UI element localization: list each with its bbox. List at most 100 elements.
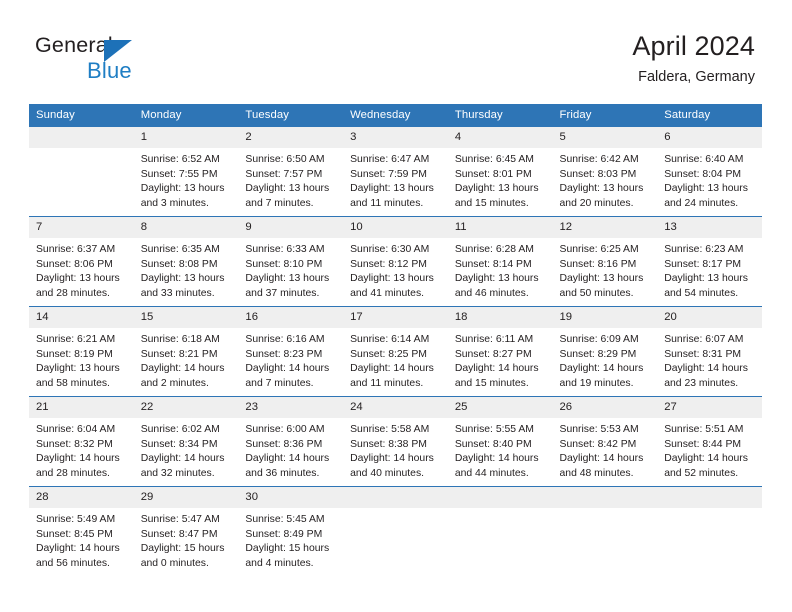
day-number: 16 [238,307,344,328]
sunset-text: Sunset: 8:40 PM [454,438,532,450]
day-number: 19 [552,307,658,328]
sunrise-text: Sunrise: 6:23 AM [664,244,744,255]
calendar-day-cell[interactable]: 3 Sunrise: 6:47 AM Sunset: 7:59 PM Daylight… [343,127,448,217]
calendar-day-cell[interactable]: 11 Sunrise: 6:28 AM Sunset: 8:14 PM Dayligh… [447,216,553,307]
day-number: 30 [238,487,344,508]
calendar-day-cell[interactable]: 2 Sunrise: 6:50 AM Sunset: 7:57 PM Daylight… [238,127,344,217]
daylight-text-line2: and 46 minutes. [454,287,529,299]
daylight-text-line2: and 0 minutes. [140,557,209,569]
weekday-header-wednesday: Wednesday [343,104,448,127]
day-number: 2 [238,127,344,148]
calendar-day-cell[interactable]: 14 Sunrise: 6:21 AM Sunset: 8:19 PM Dayligh… [29,306,134,397]
sunrise-text: Sunrise: 6:18 AM [140,334,220,345]
daylight-text-line1: Daylight: 13 hours [559,183,644,195]
daylight-text-line1: Daylight: 13 hours [559,273,644,285]
calendar-day-cell[interactable]: 7 Sunrise: 6:37 AM Sunset: 8:06 PM Daylight… [29,216,134,307]
daylight-text-line2: and 15 minutes. [454,197,529,209]
generalblue-logo[interactable]: General Blue [35,33,235,89]
weekday-header-thursday: Thursday [447,104,553,127]
calendar-day-cell[interactable]: 6 Sunrise: 6:40 AM Sunset: 8:04 PM Daylight… [657,127,762,217]
daylight-text-line2: and 36 minutes. [245,467,320,479]
day-number: 20 [657,307,762,328]
sunrise-text: Sunrise: 6:52 AM [140,154,220,165]
daylight-text-line1: Daylight: 13 hours [454,273,539,285]
daylight-text-line1: Daylight: 14 hours [245,363,330,375]
day-number: 9 [238,217,344,238]
daylight-text-line1: Daylight: 14 hours [454,453,539,465]
daylight-text-line2: and 24 minutes. [664,197,739,209]
weekday-header-row: Sunday Monday Tuesday Wednesday Thursday… [29,104,762,127]
day-details: Sunrise: 6:18 AM Sunset: 8:21 PM Daylight:… [134,328,239,391]
sunset-text: Sunset: 8:12 PM [350,258,427,270]
daylight-text-line1: Daylight: 14 hours [664,453,748,465]
calendar-week-row: 28 Sunrise: 5:49 AM Sunset: 8:45 PM Dayligh… [29,486,762,576]
sunrise-text: Sunrise: 6:33 AM [245,244,325,255]
calendar-day-cell[interactable]: 12 Sunrise: 6:25 AM Sunset: 8:16 PM Dayligh… [552,216,658,307]
calendar-day-cell[interactable]: 24 Sunrise: 5:58 AM Sunset: 8:38 PM Dayligh… [343,396,448,487]
daylight-text-line2: and 40 minutes. [350,467,425,479]
calendar-day-cell-empty [29,127,134,217]
sunrise-text: Sunrise: 6:28 AM [454,244,534,255]
daylight-text-line2: and 2 minutes. [140,377,209,389]
daylight-text-line2: and 28 minutes. [36,287,110,299]
day-number: 27 [657,397,762,418]
daylight-text-line1: Daylight: 14 hours [245,453,330,465]
sunset-text: Sunset: 8:36 PM [245,438,323,450]
calendar-day-cell[interactable]: 25 Sunrise: 5:55 AM Sunset: 8:40 PM Dayligh… [447,396,553,487]
daylight-text-line2: and 54 minutes. [664,287,739,299]
calendar-day-cell[interactable]: 9 Sunrise: 6:33 AM Sunset: 8:10 PM Daylight… [238,216,344,307]
day-details: Sunrise: 6:21 AM Sunset: 8:19 PM Daylight:… [29,328,134,391]
day-number: 14 [29,307,134,328]
daylight-text-line2: and 11 minutes. [350,377,424,389]
daylight-text-line1: Daylight: 14 hours [559,363,644,375]
day-number: 25 [447,397,553,418]
day-number: 5 [552,127,658,148]
weekday-header-monday: Monday [133,104,239,127]
sunset-text: Sunset: 8:19 PM [36,348,113,360]
day-details: Sunrise: 6:40 AM Sunset: 8:04 PM Daylight:… [657,148,762,211]
calendar-week-row: 21 Sunrise: 6:04 AM Sunset: 8:32 PM Dayligh… [29,396,762,487]
daylight-text-line2: and 7 minutes. [245,197,314,209]
daylight-text-line2: and 19 minutes. [559,377,634,389]
calendar-day-cell[interactable]: 26 Sunrise: 5:53 AM Sunset: 8:42 PM Dayligh… [552,396,658,487]
calendar-day-cell[interactable]: 8 Sunrise: 6:35 AM Sunset: 8:08 PM Daylight… [133,216,239,307]
day-details: Sunrise: 6:00 AM Sunset: 8:36 PM Daylight:… [238,418,343,481]
daylight-text-line2: and 52 minutes. [664,467,739,479]
calendar-day-cell[interactable]: 18 Sunrise: 6:11 AM Sunset: 8:27 PM Dayligh… [447,306,553,397]
calendar-day-cell[interactable]: 28 Sunrise: 5:49 AM Sunset: 8:45 PM Dayligh… [29,486,134,576]
calendar-day-cell[interactable]: 22 Sunrise: 6:02 AM Sunset: 8:34 PM Dayligh… [133,396,239,487]
day-number: 23 [238,397,344,418]
sunset-text: Sunset: 7:57 PM [245,168,323,180]
sunset-text: Sunset: 7:59 PM [350,168,427,180]
calendar-day-cell[interactable]: 4 Sunrise: 6:45 AM Sunset: 8:01 PM Daylight… [447,127,553,217]
calendar-day-cell[interactable]: 16 Sunrise: 6:16 AM Sunset: 8:23 PM Dayligh… [238,306,344,397]
day-details: Sunrise: 6:52 AM Sunset: 7:55 PM Daylight:… [134,148,239,211]
sunrise-text: Sunrise: 5:55 AM [454,424,534,435]
calendar-day-cell[interactable]: 30 Sunrise: 5:45 AM Sunset: 8:49 PM Dayligh… [238,486,344,576]
calendar-day-cell[interactable]: 15 Sunrise: 6:18 AM Sunset: 8:21 PM Dayligh… [133,306,239,397]
daylight-text-line1: Daylight: 13 hours [245,183,330,195]
day-number: 10 [343,217,448,238]
calendar-day-cell[interactable]: 17 Sunrise: 6:14 AM Sunset: 8:25 PM Dayligh… [343,306,448,397]
sunset-text: Sunset: 8:34 PM [140,438,218,450]
calendar-day-cell[interactable]: 23 Sunrise: 6:00 AM Sunset: 8:36 PM Dayligh… [238,396,344,487]
calendar-day-cell[interactable]: 1 Sunrise: 6:52 AM Sunset: 7:55 PM Daylight… [133,127,239,217]
calendar-day-cell[interactable]: 19 Sunrise: 6:09 AM Sunset: 8:29 PM Dayligh… [552,306,658,397]
calendar-day-cell[interactable]: 20 Sunrise: 6:07 AM Sunset: 8:31 PM Dayligh… [657,306,762,397]
day-details: Sunrise: 6:37 AM Sunset: 8:06 PM Daylight:… [29,238,134,301]
calendar-day-cell[interactable]: 21 Sunrise: 6:04 AM Sunset: 8:32 PM Dayligh… [29,396,134,487]
day-number: 26 [552,397,658,418]
daylight-text-line1: Daylight: 13 hours [664,273,748,285]
calendar-day-cell[interactable]: 13 Sunrise: 6:23 AM Sunset: 8:17 PM Dayligh… [657,216,762,307]
weekday-header-friday: Friday [552,104,658,127]
calendar-day-cell[interactable]: 5 Sunrise: 6:42 AM Sunset: 8:03 PM Daylight… [552,127,658,217]
daylight-text-line1: Daylight: 15 hours [140,543,225,555]
calendar-day-cell[interactable]: 27 Sunrise: 5:51 AM Sunset: 8:44 PM Dayligh… [657,396,762,487]
sunset-text: Sunset: 8:14 PM [454,258,532,270]
calendar-day-cell[interactable]: 29 Sunrise: 5:47 AM Sunset: 8:47 PM Dayligh… [133,486,239,576]
calendar-day-cell[interactable]: 10 Sunrise: 6:30 AM Sunset: 8:12 PM Dayligh… [343,216,448,307]
sunset-text: Sunset: 8:23 PM [245,348,323,360]
daylight-text-line1: Daylight: 13 hours [664,183,748,195]
sunrise-text: Sunrise: 6:45 AM [454,154,534,165]
title-block: April 2024 Faldera, Germany [632,32,755,86]
